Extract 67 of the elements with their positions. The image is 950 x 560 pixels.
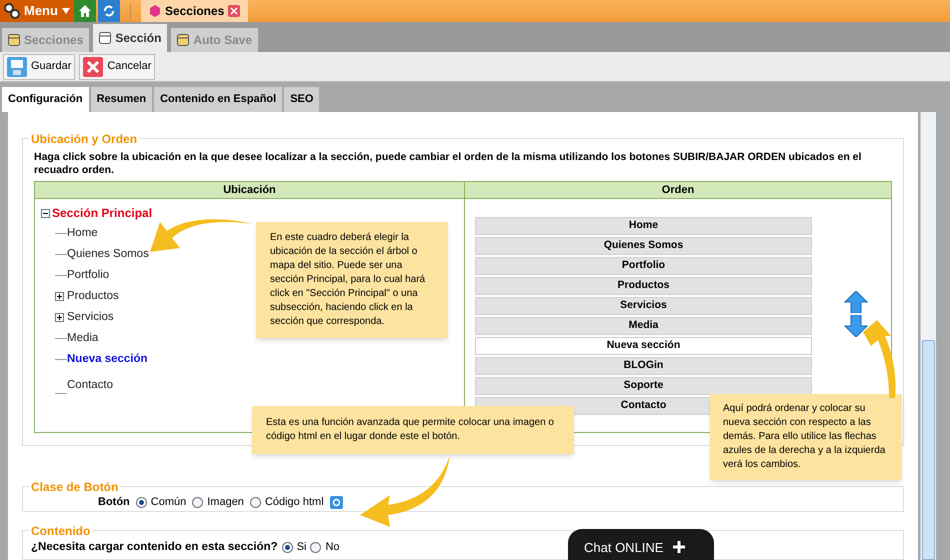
field-label: ¿Necesita cargar contenido en esta sección? [31,540,278,556]
tree-item[interactable]: Home [67,224,98,242]
order-item[interactable]: BLOGin [475,357,812,375]
radio-option[interactable]: Si [282,539,306,556]
chat-tab[interactable]: Chat ONLINE [568,529,714,560]
tree-item[interactable]: Portfolio [67,266,110,284]
window-icon [177,34,190,46]
order-item[interactable]: Media [475,317,812,335]
radio-option[interactable]: Imagen [192,494,244,510]
tree-item[interactable]: Quienes Somos [67,246,149,264]
column-header: Ubicación [35,182,464,199]
column-header: Orden [465,182,891,199]
order-item[interactable]: Quienes Somos [475,237,812,255]
hint-tooltip: Aquí podrá ordenar y colocar su nueva sección con respecto a las demás. Para ello utilice las flechas azules de la derecha y a la izquierda verá los cambios. [710,394,902,480]
radio-option[interactable]: Común [136,494,186,510]
tab[interactable]: Contenido en Español [154,87,282,112]
tab[interactable]: Resumen [90,87,152,112]
tab[interactable]: SEO [284,87,320,112]
close-icon [83,56,104,76]
expand-icon[interactable] [55,313,64,322]
radio-button[interactable] [250,496,261,508]
tree-item[interactable]: Servicios [67,308,114,326]
tab-title: Secciones [164,3,224,20]
instructions: Haga click sobre la ubicación en la que desee localizar a la sección, puede cambiar el orden de la misma utilizando los botones SUBIR/BAJAR ORDEN ubicados en el recuadro orden. [34,151,862,177]
cancel-button[interactable]: Cancelar [79,54,156,80]
tree-item[interactable]: Contacto [67,376,114,394]
order-item[interactable]: Soporte [475,377,812,395]
order-item[interactable]: Home [475,217,812,235]
order-item[interactable]: Nueva sección [475,337,812,355]
hint-tooltip: Esta es una función avanzada que permite colocar una imagen o código html en el lugar donde este el botón. [252,406,574,454]
plus-icon [673,541,686,553]
radio-button[interactable] [136,496,147,508]
radio-option[interactable]: Código html [250,494,324,510]
scrollbar-thumb[interactable] [922,340,935,560]
order-item[interactable]: Portfolio [475,257,812,275]
hexagon-icon [148,5,161,17]
refresh-icon [102,4,116,18]
up-arrow-icon[interactable] [844,291,868,313]
order-item[interactable]: Productos [475,277,812,295]
floppy-icon [7,56,27,76]
help-icon[interactable] [330,496,343,509]
tab[interactable]: Configuración [2,87,89,112]
home-button[interactable] [74,0,96,22]
radio-button[interactable] [282,542,293,554]
caret-icon [62,8,70,14]
down-arrow-icon[interactable] [844,315,868,337]
home-icon [78,4,92,18]
radio-option[interactable]: No [310,539,340,556]
tree-item[interactable]: Productos [67,288,119,306]
menu-button[interactable]: Menu [0,0,74,22]
save-button[interactable]: Guardar [3,54,76,80]
tree-item[interactable]: Sección Principal [41,203,464,223]
document-tab[interactable]: Secciones [140,0,248,22]
expand-icon[interactable] [55,292,64,301]
radio-button[interactable] [310,542,322,554]
field-label: Botón [98,494,130,510]
window-icon [99,32,112,44]
tree-item[interactable]: Media [67,330,98,348]
order-item[interactable]: Servicios [475,297,812,315]
radio-button[interactable] [192,496,204,508]
hint-tooltip: En este cuadro deberá elegir la ubicación de la sección el árbol o mapa del sitio. Puede ser una sección Principal, para lo cual hará click en "Sección Principal" o una subsección, haciendo click en la sección que corresponda. [256,222,448,338]
close-icon[interactable] [228,5,240,17]
tab[interactable]: Sección [93,24,168,52]
collapse-icon[interactable] [41,208,50,218]
tree-item[interactable]: Nueva sección [67,350,148,368]
window-icon [8,34,20,46]
refresh-button[interactable] [98,0,120,22]
